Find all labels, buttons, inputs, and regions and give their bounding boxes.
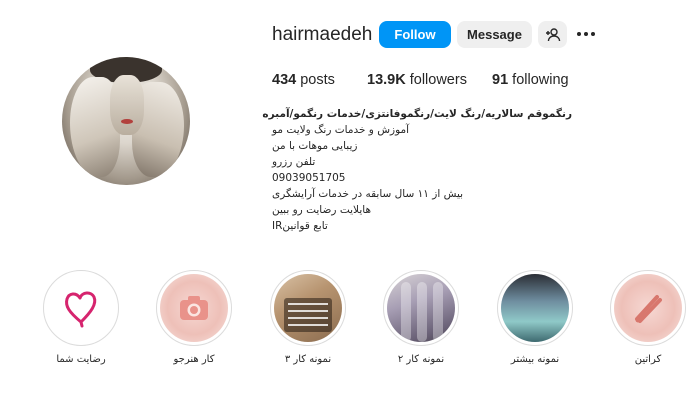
following-label: following: [512, 72, 569, 88]
add-person-icon: [545, 27, 560, 41]
bio-line: زیبایی موهات با من: [272, 140, 358, 152]
bio-line: تابع قوانینIR: [272, 220, 328, 232]
highlight-item[interactable]: نمونه بیشتر: [497, 270, 573, 365]
hair-photo: [274, 274, 342, 342]
profile-username: hairmaedeh: [272, 24, 373, 45]
profile-bio: رنگموقم سالاریه/رنگ لایت/رنگموفانتزی/خدم…: [262, 106, 572, 234]
hair-photo: [501, 274, 569, 342]
message-button[interactable]: Message: [457, 21, 532, 48]
highlight-label: رضایت شما: [56, 354, 106, 365]
camera-icon: [180, 296, 208, 320]
posts-label: posts: [300, 72, 335, 88]
flat-iron-icon: [635, 295, 662, 323]
bio-title: رنگموقم سالاریه/رنگ لایت/رنگموفانتزی/خدم…: [262, 108, 572, 120]
bio-line: آموزش و خدمات رنگ ولایت مو: [272, 124, 410, 136]
profile-avatar[interactable]: [62, 57, 190, 185]
bio-line: تلفن رزرو: [272, 156, 316, 168]
highlight-label: نمونه کار ۲: [397, 354, 445, 365]
highlight-item[interactable]: نمونه کار ۲: [383, 270, 459, 365]
heart-icon: [65, 291, 97, 328]
bio-line: هایلایت رضایت رو ببین: [272, 204, 371, 216]
highlight-item[interactable]: کراتین: [610, 270, 686, 365]
followers-stat[interactable]: 13.9K followers: [367, 72, 467, 88]
suggested-users-button[interactable]: [538, 21, 567, 48]
following-stat[interactable]: 91 following: [492, 72, 569, 88]
following-count: 91: [492, 72, 509, 88]
more-options-icon[interactable]: [577, 27, 597, 41]
followers-label: followers: [409, 72, 467, 88]
highlight-item[interactable]: رضایت شما: [43, 270, 119, 365]
hair-photo: [387, 274, 455, 342]
highlight-item[interactable]: نمونه کار ۳: [270, 270, 346, 365]
highlight-label: نمونه بیشتر: [510, 354, 560, 365]
follow-button[interactable]: Follow: [379, 21, 451, 48]
highlight-label: نمونه کار ۳: [284, 354, 332, 365]
bio-line: بیش از ۱۱ سال سابقه در خدمات آرایشگری: [272, 188, 464, 200]
highlight-label: کار هنرجو: [173, 354, 215, 365]
posts-stat: 434 posts: [272, 72, 335, 88]
posts-count: 434: [272, 72, 297, 88]
bio-phone: 09039051705: [272, 172, 346, 184]
followers-count: 13.9K: [367, 72, 406, 88]
highlight-item[interactable]: کار هنرجو: [156, 270, 232, 365]
highlight-label: کراتین: [634, 354, 662, 365]
